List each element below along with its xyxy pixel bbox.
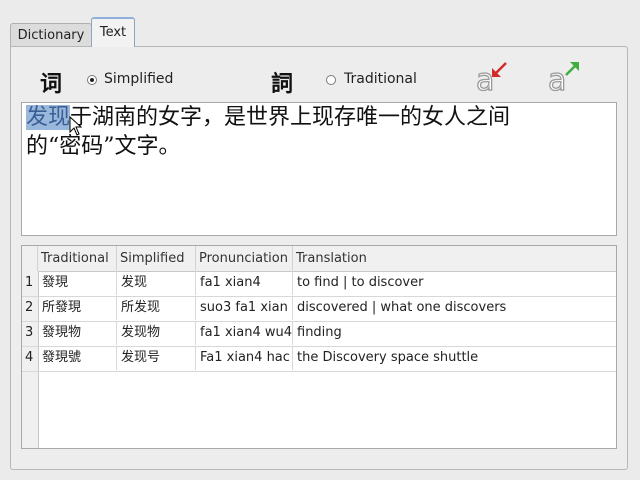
cell-translation: the Discovery space shuttle [297, 350, 479, 365]
cell-traditional: 所發現 [38, 296, 117, 320]
row-number: 4 [25, 350, 34, 365]
row-number: 1 [25, 275, 34, 290]
table-row[interactable]: 4 發現號 发现号 Fa1 xian4 hac the Discovery sp… [22, 346, 616, 372]
cell-translation: to find | to discover [297, 275, 424, 290]
text-editor[interactable]: 发现于湖南的女字，是世界上现存唯一的女人之间 的“密码”文字。 [21, 102, 617, 236]
cell-pronunciation: suo3 fa1 xian [196, 296, 293, 320]
cell-simplified: 所发现 [117, 296, 196, 320]
mouse-pointer-icon [69, 116, 83, 136]
header-pronunciation[interactable]: Pronunciation [196, 246, 293, 271]
cell-traditional: 發現物 [38, 321, 117, 345]
cell-simplified: 发现物 [117, 321, 196, 345]
cell-traditional: 發現號 [38, 346, 117, 370]
table-row[interactable]: 1 發現 发现 fa1 xian4 to find | to discover [22, 271, 616, 297]
header-traditional[interactable]: Traditional [38, 246, 117, 271]
increase-font-button[interactable]: a [546, 60, 582, 99]
table-row[interactable]: 2 所發現 所发现 suo3 fa1 xian discovered | wha… [22, 296, 616, 322]
simplified-char-icon: 词 [40, 71, 63, 97]
svg-text:a: a [548, 63, 566, 94]
simplified-radio[interactable] [87, 75, 97, 85]
editor-line-1-rest: 于湖南的女字，是世界上现存唯一的女人之间 [70, 105, 511, 130]
simplified-label[interactable]: Simplified [104, 71, 173, 87]
table-header: Traditional Simplified Pronunciation Tra… [22, 246, 616, 272]
traditional-char-icon: 詞 [271, 71, 294, 97]
decrease-font-button[interactable]: a [474, 60, 510, 99]
cell-simplified: 发现号 [117, 346, 196, 370]
editor-line-1: 发现于湖南的女字，是世界上现存唯一的女人之间 [26, 103, 612, 132]
results-table: Traditional Simplified Pronunciation Tra… [21, 245, 617, 449]
editor-line-2: 的“密码”文字。 [26, 134, 181, 159]
row-number: 3 [25, 325, 34, 340]
selected-text: 发现 [26, 105, 71, 130]
font-increase-icon: a [547, 62, 579, 99]
cell-translation: finding [297, 325, 342, 340]
tab-text[interactable]: Text [91, 17, 135, 47]
traditional-radio[interactable] [326, 75, 336, 85]
header-translation[interactable]: Translation [293, 246, 616, 271]
cell-pronunciation: Fa1 xian4 hac [196, 346, 293, 370]
cell-pronunciation: fa1 xian4 [196, 271, 293, 295]
traditional-label[interactable]: Traditional [344, 71, 417, 87]
cell-simplified: 发现 [117, 271, 196, 295]
header-corner [22, 246, 38, 271]
cell-pronunciation: fa1 xian4 wu4 [196, 321, 293, 345]
svg-text:a: a [476, 63, 494, 94]
header-simplified[interactable]: Simplified [117, 246, 196, 271]
table-row[interactable]: 3 發現物 发现物 fa1 xian4 wu4 finding [22, 321, 616, 347]
tab-dictionary[interactable]: Dictionary [10, 23, 92, 47]
cell-traditional: 發現 [38, 271, 117, 295]
font-decrease-icon: a [475, 62, 507, 99]
row-number: 2 [25, 300, 34, 315]
cell-translation: discovered | what one discovers [297, 300, 507, 315]
